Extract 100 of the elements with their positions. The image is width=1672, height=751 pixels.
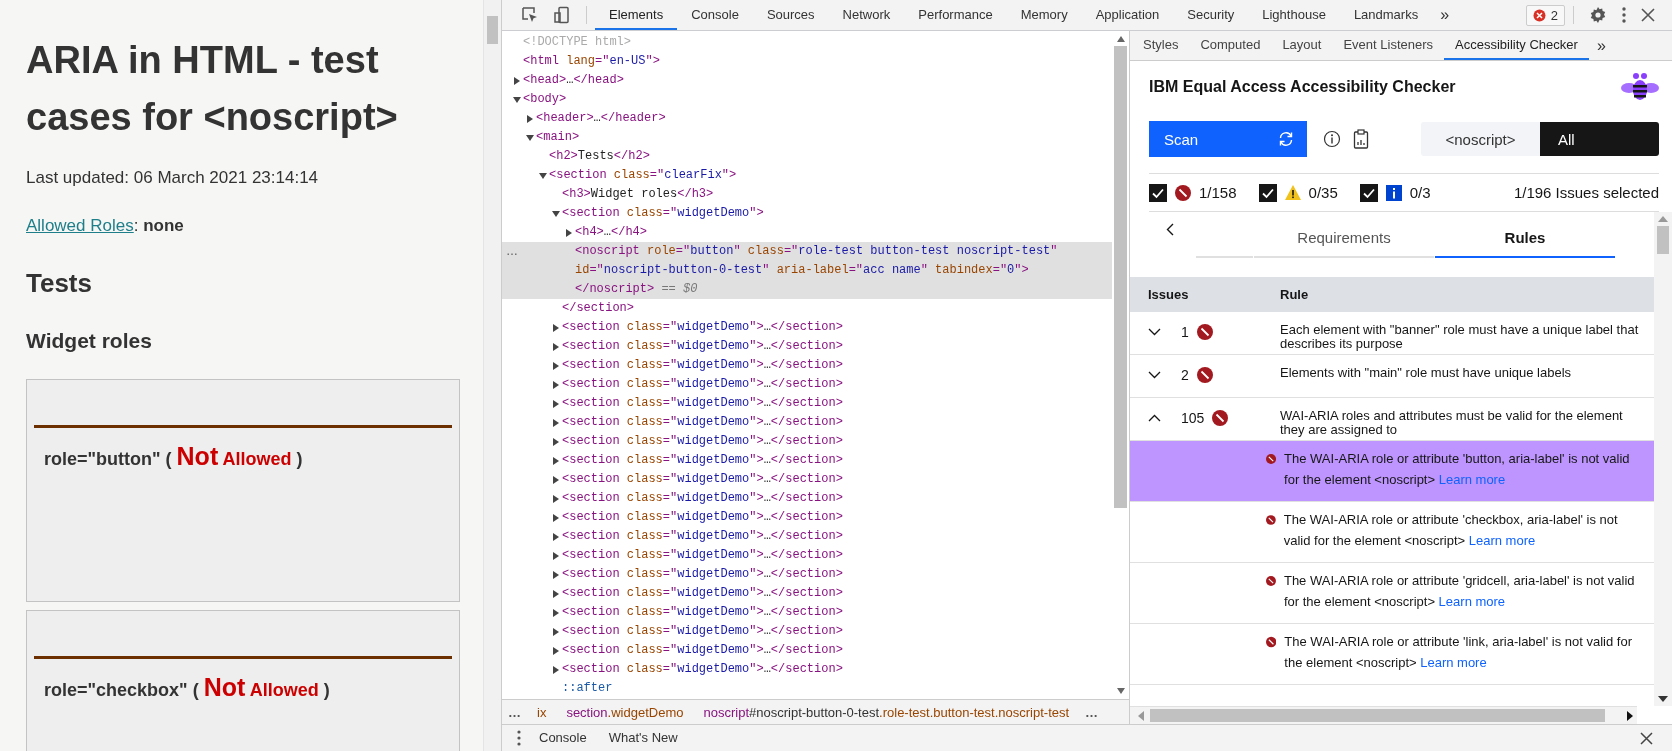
breadcrumb[interactable]: noscript#noscript-button-0-test.role-test.button-test.noscript-test [699, 704, 1074, 720]
dom-node-line[interactable]: <section class="clearFix"> [549, 166, 737, 185]
devtools-tab[interactable]: Security [1173, 0, 1249, 30]
inspect-icon[interactable] [521, 6, 539, 24]
dom-node-line[interactable]: <section class="widgetDemo">…</section> [562, 489, 843, 508]
expand-arrow-icon[interactable] [552, 513, 560, 522]
filter-checkbox[interactable] [1359, 183, 1378, 202]
expand-arrow-icon[interactable] [552, 437, 560, 446]
expand-arrow-icon[interactable] [552, 418, 560, 427]
dom-node-line[interactable]: <html lang="en-US"> [523, 52, 660, 71]
devtools-tab[interactable]: Console [677, 0, 753, 30]
dom-node-line[interactable]: <body> [523, 90, 567, 109]
device-toolbar-icon[interactable] [553, 6, 571, 24]
devtools-tab[interactable]: Lighthouse [1248, 0, 1340, 30]
expand-arrow-icon[interactable] [565, 228, 573, 237]
dom-node-line[interactable]: <section class="widgetDemo">…</section> [562, 375, 843, 394]
scroll-up-icon[interactable] [1116, 36, 1125, 42]
issue-row[interactable]: The WAI-ARIA role or attribute 'link, aria-label' is not valid for the element <noscript> Learn more [1130, 624, 1654, 685]
sidebar-tab[interactable]: Accessibility Checker [1444, 31, 1589, 60]
close-icon[interactable] [1641, 8, 1655, 22]
dom-node-line[interactable]: <section class="widgetDemo">…</section> [562, 641, 843, 660]
expand-arrow-icon[interactable] [552, 380, 560, 389]
expand-arrow-icon[interactable] [513, 76, 521, 85]
scope-toggle[interactable]: All [1540, 122, 1659, 156]
filter-checkbox[interactable] [1258, 183, 1277, 202]
expand-arrow-icon[interactable] [552, 494, 560, 503]
devtools-tab[interactable]: Memory [1006, 0, 1082, 30]
more-tabs-button[interactable]: » [1588, 31, 1614, 60]
scope-toggle[interactable]: <noscript> [1421, 122, 1540, 156]
dom-node-line[interactable]: <main> [536, 128, 580, 147]
dom-node-line[interactable]: <section class="widgetDemo">…</section> [562, 622, 843, 641]
expand-arrow-icon[interactable] [552, 570, 560, 579]
expand-arrow-icon[interactable] [552, 532, 560, 541]
dom-node-line[interactable]: <noscript role="button" class="role-test button-test noscript-test" [575, 242, 1058, 261]
expand-chevron-icon[interactable] [1148, 328, 1161, 336]
dom-node-line[interactable]: <section class="widgetDemo">…</section> [562, 508, 843, 527]
expand-arrow-icon[interactable] [552, 646, 560, 655]
breadcrumb[interactable]: ix [533, 704, 551, 720]
dom-node-line[interactable]: </section> [562, 299, 634, 318]
sidebar-tab[interactable]: Styles [1132, 31, 1190, 60]
devtools-tab[interactable]: Performance [904, 0, 1007, 30]
dom-node-line[interactable]: <section class="widgetDemo">…</section> [562, 337, 843, 356]
expand-arrow-icon[interactable] [552, 209, 560, 218]
expand-arrow-icon[interactable] [552, 608, 560, 617]
close-icon[interactable] [1640, 731, 1653, 745]
node-actions-button[interactable]: … [506, 242, 518, 261]
scroll-down-icon[interactable] [1658, 696, 1668, 702]
settings-icon[interactable] [1589, 6, 1607, 24]
dom-node-line[interactable]: <section class="widgetDemo">…</section> [562, 584, 843, 603]
dom-node-line[interactable]: <section class="widgetDemo">…</section> [562, 546, 843, 565]
dom-node-line[interactable]: <h4>…</h4> [575, 223, 648, 242]
dom-node-line[interactable]: <section class="widgetDemo">…</section> [562, 603, 843, 622]
expand-arrow-icon[interactable] [552, 665, 560, 674]
expand-arrow-icon[interactable] [552, 627, 560, 636]
breadcrumb-overflow[interactable]: … [1085, 704, 1099, 720]
view-tab[interactable]: Rules [1435, 218, 1615, 258]
dom-node-line[interactable]: <section class="widgetDemo">…</section> [562, 565, 843, 584]
expand-arrow-icon[interactable] [552, 361, 560, 370]
issue-row[interactable]: The WAI-ARIA role or attribute 'gridcell, aria-label' is not valid for the element <noscript> Learn more [1130, 563, 1654, 624]
more-options-icon[interactable] [1621, 6, 1627, 24]
sidebar-tab[interactable]: Layout [1271, 31, 1333, 60]
page-scrollbar[interactable] [487, 16, 498, 44]
expand-chevron-icon[interactable] [1148, 414, 1161, 422]
dom-node-line[interactable]: <header>…</header> [536, 109, 666, 128]
learn-more-link[interactable]: Learn more [1420, 655, 1487, 670]
dom-node-line[interactable]: <section class="widgetDemo">…</section> [562, 660, 843, 679]
dom-node-line[interactable]: <section class="widgetDemo">…</section> [562, 413, 843, 432]
drawer-menu-icon[interactable] [517, 730, 521, 746]
devtools-tab[interactable]: Landmarks [1339, 0, 1433, 30]
dom-node-line[interactable]: <section class="widgetDemo">…</section> [562, 318, 843, 337]
dom-node-line[interactable]: <section class="widgetDemo">…</section> [562, 470, 843, 489]
expand-arrow-icon[interactable] [513, 95, 521, 104]
scroll-left-icon[interactable] [1138, 710, 1144, 721]
allowed-roles-link[interactable]: Allowed Roles [26, 216, 134, 235]
dom-node-line[interactable]: <h2>Tests</h2> [549, 147, 650, 166]
issue-row[interactable]: The WAI-ARIA role or attribute 'checkbox, aria-label' is not valid for the element <noscript> Learn more [1130, 502, 1654, 563]
expand-arrow-icon[interactable] [552, 323, 560, 332]
report-icon[interactable] [1353, 129, 1369, 149]
dom-node-line[interactable]: <section class="widgetDemo">…</section> [562, 451, 843, 470]
expand-arrow-icon[interactable] [552, 589, 560, 598]
learn-more-link[interactable]: Learn more [1438, 594, 1506, 609]
expand-arrow-icon[interactable] [552, 475, 560, 484]
breadcrumb[interactable]: section.widgetDemo [562, 704, 688, 720]
sidebar-tab[interactable]: Event Listeners [1332, 31, 1445, 60]
scroll-up-icon[interactable] [1658, 216, 1668, 222]
issue-row[interactable]: The WAI-ARIA role or attribute 'button, aria-label' is not valid for the element <noscript> Learn more [1130, 441, 1654, 502]
dom-node-line[interactable]: <section class="widgetDemo"> [562, 204, 764, 223]
dom-node-line[interactable]: <section class="widgetDemo">…</section> [562, 394, 843, 413]
scan-button[interactable]: Scan [1149, 121, 1307, 157]
expand-arrow-icon[interactable] [526, 114, 534, 123]
expand-arrow-icon[interactable] [552, 342, 560, 351]
expand-arrow-icon[interactable] [552, 551, 560, 560]
dom-node-line[interactable]: <section class="widgetDemo">…</section> [562, 432, 843, 451]
info-icon[interactable] [1323, 130, 1341, 148]
devtools-tab[interactable]: Network [828, 0, 905, 30]
devtools-tab[interactable]: Sources [752, 0, 829, 30]
more-tabs-button[interactable]: » [1432, 6, 1458, 24]
devtools-tab[interactable]: Application [1081, 0, 1174, 30]
view-tab[interactable]: Requirements [1254, 218, 1434, 258]
breadcrumb-overflow[interactable]: … [508, 704, 521, 720]
